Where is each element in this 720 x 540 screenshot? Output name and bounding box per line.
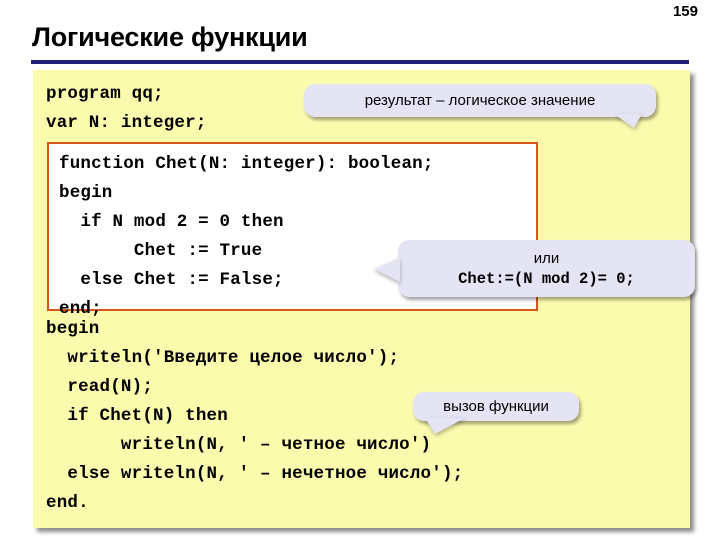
callout-result-text: результат – логическое значение [364,91,596,109]
callout-tail-icon [374,258,400,282]
function-code: function Chet(N: integer): boolean; begi… [59,154,434,319]
callout-result: результат – логическое значение [304,84,656,128]
callout-tail-icon [425,418,465,434]
callout-alternative: или Chet:=(N mod 2)= 0; [374,240,695,297]
callout-function-call-text: вызов функции [443,397,549,415]
title-divider [31,60,689,64]
callout-alternative-label: или [533,249,560,267]
page-title: Логические функции [32,22,308,52]
callout-function-call: вызов функции [413,392,579,434]
code-header-block: program qq; var N: integer; [46,84,207,133]
page-number: 159 [672,3,698,20]
main-program-code: begin writeln('Введите целое число'); re… [46,319,464,513]
code-panel: program qq; var N: integer; function Che… [33,70,690,528]
callout-alternative-code: Chet:=(N mod 2)= 0; [458,269,635,288]
callout-tail-icon [614,114,642,128]
